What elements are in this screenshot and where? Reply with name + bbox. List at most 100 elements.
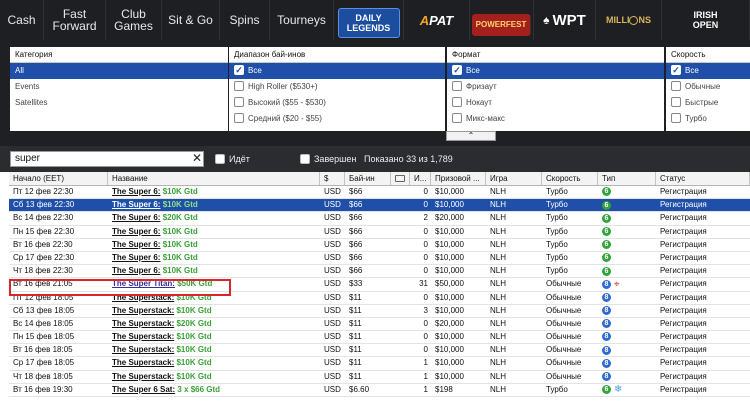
cell-start: Сб 13 фев 18:05 — [13, 305, 75, 315]
cell-game: NLH — [490, 187, 507, 196]
col-buyin[interactable]: Бай-ин — [345, 172, 391, 185]
tournament-name-link[interactable]: The Super 6 Sat: — [112, 385, 175, 394]
col-status[interactable]: Статус — [656, 172, 750, 185]
format-item-all[interactable]: ✓ Все — [447, 63, 664, 79]
col-entrants[interactable]: И... — [410, 172, 431, 185]
results-count: Показано 33 из 1,789 — [364, 154, 453, 164]
running-filter[interactable]: Идёт — [215, 153, 250, 165]
tournament-name-link[interactable]: The Super 6: — [112, 253, 160, 262]
col-game[interactable]: Игра — [486, 172, 542, 185]
checkbox-icon[interactable] — [452, 80, 462, 91]
tournament-name-link[interactable]: The Super 6: — [112, 187, 160, 196]
speed-item-turbo[interactable]: Турбо — [666, 111, 750, 127]
table-row[interactable]: Пн 15 фев 22:30 The Super 6: $10K Gtd US… — [9, 226, 750, 239]
checkbox-checked-icon[interactable]: ✓ — [234, 64, 244, 75]
tournament-name-link[interactable]: The Super 6: — [112, 227, 160, 236]
checkbox-icon[interactable] — [671, 112, 681, 123]
cell-ticket — [391, 318, 410, 330]
cell-start: Вс 14 фев 18:05 — [13, 318, 74, 328]
tab-fast-forward[interactable]: Fast Forward — [44, 0, 106, 40]
checkbox-icon[interactable] — [671, 96, 681, 107]
speed-item-fast[interactable]: Быстрые — [666, 95, 750, 111]
tab-wpt[interactable]: ♠ WPT — [534, 0, 596, 40]
cell-prize: $10,000 — [435, 226, 464, 236]
checkbox-icon[interactable] — [234, 96, 244, 107]
buyin-item-all[interactable]: ✓ Все — [229, 63, 445, 79]
tab-spins[interactable]: Spins — [220, 0, 270, 40]
tournament-name-link[interactable]: The Superstack: — [112, 372, 174, 381]
checkbox-icon[interactable] — [671, 80, 681, 91]
table-row[interactable]: Чт 18 фев 18:05 The Superstack: $10K Gtd… — [9, 371, 750, 384]
tab-cash[interactable]: Cash — [0, 0, 44, 40]
collapse-filters-button[interactable]: ⌃ — [446, 131, 496, 141]
tab-sit-and-go[interactable]: Sit & Go — [162, 0, 220, 40]
tab-powerfest[interactable]: POWERFEST — [470, 0, 534, 40]
tournament-name-link[interactable]: The Superstack: — [112, 332, 174, 341]
type-badge-icon: 8 — [602, 372, 611, 382]
checkbox-checked-icon[interactable]: ✓ — [452, 64, 462, 75]
col-name[interactable]: Название — [108, 172, 320, 185]
tournament-name-link[interactable]: The Superstack: — [112, 358, 174, 367]
tournament-name-link[interactable]: The Superstack: — [112, 306, 174, 315]
table-row[interactable]: Чт 18 фев 22:30 The Super 6: $10K Gtd US… — [9, 265, 750, 279]
search-input[interactable]: super — [10, 151, 204, 167]
millions-logo-suffix: NS — [638, 15, 651, 25]
col-speed[interactable]: Скорость — [542, 172, 598, 185]
col-type[interactable]: Тип — [598, 172, 656, 185]
cell-buyin: $11 — [349, 358, 362, 368]
table-row[interactable]: Ср 17 фев 22:30 The Super 6: $10K Gtd US… — [9, 252, 750, 266]
checkbox-checked-icon[interactable]: ✓ — [671, 64, 681, 75]
checkbox-icon[interactable] — [452, 96, 462, 107]
category-item-satellites[interactable]: Satellites — [10, 95, 228, 111]
col-ticket[interactable] — [391, 172, 410, 185]
table-row[interactable]: Вт 16 фев 18:05 The Superstack: $10K Gtd… — [9, 344, 750, 358]
tab-club-games[interactable]: Club Games — [106, 0, 162, 40]
checkbox-icon[interactable] — [234, 112, 244, 123]
table-row[interactable]: Пн 15 фев 18:05 The Superstack: $10K Gtd… — [9, 331, 750, 345]
checkbox-icon[interactable] — [215, 153, 225, 164]
category-item-all[interactable]: All — [10, 63, 228, 79]
table-row[interactable]: Вс 14 фев 18:05 The Superstack: $20K Gtd… — [9, 318, 750, 332]
bounty-target-icon: ⌖ — [614, 278, 620, 290]
tab-millions[interactable]: MILLI NS — [596, 0, 662, 40]
table-row[interactable]: Сб 13 фев 18:05 The Superstack: $10K Gtd… — [9, 305, 750, 318]
col-start[interactable]: Начало (EET) — [9, 172, 108, 185]
col-prize[interactable]: Призовой ... — [431, 172, 486, 185]
format-item-label: Все — [466, 66, 480, 75]
tournament-name-link[interactable]: The Super 6: — [112, 213, 160, 222]
table-row[interactable]: Вт 16 фев 19:30 The Super 6 Sat: 3 x $66… — [9, 384, 750, 397]
format-item-mix-max[interactable]: Микс-макс — [447, 111, 664, 127]
table-row[interactable]: Вт 16 фев 22:30 The Super 6: $10K Gtd US… — [9, 239, 750, 252]
tab-apat[interactable]: A PAT — [404, 0, 470, 40]
tournament-name-link[interactable]: The Superstack: — [112, 345, 174, 354]
category-item-events[interactable]: Events — [10, 79, 228, 95]
buyin-item-high[interactable]: Высокий ($55 - $530) — [229, 95, 445, 111]
tournament-guarantee: $20K Gtd — [176, 318, 212, 328]
checkbox-icon[interactable] — [300, 153, 310, 164]
cell-game: NLH — [490, 332, 507, 342]
buyin-item-medium[interactable]: Средний ($20 - $55) — [229, 111, 445, 127]
table-row[interactable]: Вс 14 фев 22:30 The Super 6: $20K Gtd US… — [9, 212, 750, 226]
tab-daily-legends[interactable]: DAILY LEGENDS — [334, 0, 404, 40]
type-badge-icon: 6 — [602, 385, 611, 395]
col-currency[interactable]: $ — [320, 172, 345, 185]
table-row[interactable]: Ср 17 фев 18:05 The Superstack: $10K Gtd… — [9, 357, 750, 371]
checkbox-icon[interactable] — [452, 112, 462, 123]
speed-item-all[interactable]: ✓ Все — [666, 63, 750, 79]
checkbox-icon[interactable] — [234, 80, 244, 91]
tournament-name-link[interactable]: The Super 6: — [112, 200, 160, 209]
format-item-freezeout[interactable]: Фризаут — [447, 79, 664, 95]
tournament-name-link[interactable]: The Super 6: — [112, 240, 160, 249]
speed-item-regular[interactable]: Обычные — [666, 79, 750, 95]
table-row[interactable]: Сб 13 фев 22:30 The Super 6: $10K Gtd US… — [9, 199, 750, 213]
finished-filter[interactable]: Завершен — [300, 153, 356, 165]
tab-tourneys[interactable]: Tourneys — [270, 0, 334, 40]
buyin-item-high-roller[interactable]: High Roller ($530+) — [229, 79, 445, 95]
table-row[interactable]: Пт 12 фев 22:30 The Super 6: $10K Gtd US… — [9, 186, 750, 200]
cell-type: 6 — [598, 239, 656, 251]
tab-irish-open[interactable]: IRISH OPEN — [662, 0, 750, 40]
tournament-name-link[interactable]: The Superstack: — [112, 319, 174, 328]
tournament-name-link[interactable]: The Super 6: — [112, 266, 160, 275]
clear-search-icon[interactable]: ✕ — [191, 151, 203, 167]
format-item-knockout[interactable]: Нокаут — [447, 95, 664, 111]
